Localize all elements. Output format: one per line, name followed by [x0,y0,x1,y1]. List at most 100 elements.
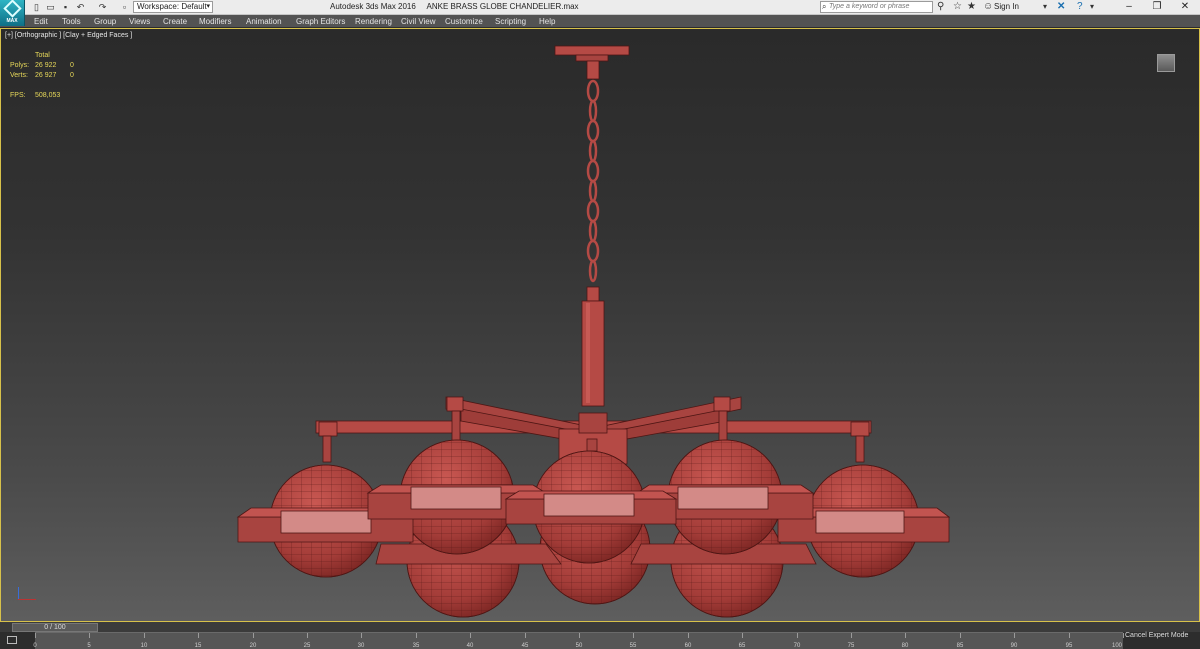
ruler-tick [470,633,471,638]
ruler-tick [361,633,362,638]
menu-animation[interactable]: Animation [246,16,282,27]
viewcube-icon[interactable] [1157,54,1175,72]
ruler-tick-label: 5 [87,643,91,649]
chevron-down-icon[interactable]: ▾ [1090,1,1094,13]
minimize-button[interactable]: – [1115,0,1143,15]
cancel-expert-mode-button[interactable]: Cancel Expert Mode [1125,631,1188,640]
menu-scripting[interactable]: Scripting [495,16,526,27]
ruler-tick [1069,633,1070,638]
ruler-tick-label: 60 [684,643,692,649]
sign-in-label: Sign In [994,2,1019,11]
menu-tools[interactable]: Tools [62,16,81,27]
time-bar: 0 / 100 [0,622,1200,632]
ruler-tick [742,633,743,638]
menu-views[interactable]: Views [129,16,150,27]
ruler-tick [688,633,689,638]
ruler-tick-label: 40 [466,643,474,649]
ruler-tick [851,633,852,638]
ruler-tick-label: 95 [1065,643,1073,649]
save-icon[interactable]: ▪ [60,2,71,13]
chandelier-model[interactable] [1,29,1199,621]
polys-selected: 0 [70,62,74,69]
ruler-tick [35,633,36,638]
ruler-tick [797,633,798,638]
ruler-tick-label: 30 [357,643,365,649]
help-icon[interactable]: ? [1077,1,1083,13]
ruler-tick-label: 90 [1010,643,1018,649]
search-placeholder: Type a keyword or phrase [829,3,910,10]
frame-ruler[interactable]: 0 5 10 15 20 25 30 35 40 45 50 55 60 65 70 75 80 85 90 95 10… [33,632,1124,649]
time-slider[interactable]: 0 / 100 [12,623,98,632]
menu-bar: Edit Tools Group Views Create Modifiers … [0,15,1200,28]
verts-label: Verts: [10,72,28,79]
ruler-tick-label: 100 [1111,643,1123,649]
ruler-tick [1014,633,1015,638]
user-icon[interactable]: ☺ [983,1,993,13]
redo-icon[interactable]: ↷ [97,2,108,13]
fps-value: 508,053 [35,92,61,99]
ruler-tick-label: 65 [738,643,746,649]
ruler-tick [960,633,961,638]
app-logo-label: MAX [6,18,18,24]
ruler-tick [198,633,199,638]
app-logo-icon[interactable]: MAX [0,0,25,26]
open-icon[interactable]: ▭ [45,2,56,13]
ruler-tick [89,633,90,638]
file-name: ANKE BRASS GLOBE CHANDELIER.max [426,2,579,11]
verts-selected: 0 [70,72,74,79]
menu-civil-view[interactable]: Civil View [401,16,436,27]
ruler-tick [416,633,417,638]
search-input[interactable]: ⌕ Type a keyword or phrase [820,1,933,13]
star-favorites-icon[interactable]: ★ [967,1,976,13]
ruler-tick-label: 20 [249,643,257,649]
undo-icon[interactable]: ↶ [75,2,86,13]
file-link-icon[interactable]: ▫ [119,2,130,13]
perspective-viewport[interactable]: [+] [Orthographic ] [Clay + Edged Faces … [0,28,1200,622]
mini-curve-editor-icon[interactable] [7,636,17,644]
menu-customize[interactable]: Customize [445,16,483,27]
ruler-tick [144,633,145,638]
sign-in-button[interactable]: Sign In [994,2,1019,12]
menu-group[interactable]: Group [94,16,116,27]
title-bar: MAX ▯ ▭ ▪ ↶ ↷ ▫ Workspace: Default ▾ Aut… [0,0,1200,26]
maximize-button[interactable]: ❐ [1143,0,1171,15]
ruler-tick [1123,633,1124,638]
fps-label: FPS: [10,92,26,99]
ruler-tick [307,633,308,638]
close-button[interactable]: ✕ [1171,0,1199,15]
viewport-label[interactable]: [+] [Orthographic ] [Clay + Edged Faces … [5,32,132,39]
stats-header: Total [35,52,50,59]
app-name: Autodesk 3ds Max 2016 [330,2,416,11]
ruler-tick-label: 45 [521,643,529,649]
menu-help[interactable]: Help [539,16,555,27]
menu-modifiers[interactable]: Modifiers [199,16,231,27]
ruler-tick-label: 70 [793,643,801,649]
exchange-icon[interactable]: ✕ [1057,1,1065,13]
menu-graph-editors[interactable]: Graph Editors [296,16,345,27]
workspace-label: Workspace: Default [137,2,207,11]
polys-total: 26 922 [35,62,57,69]
ruler-tick-label: 10 [140,643,148,649]
verts-total: 26 927 [35,72,57,79]
ruler-tick-label: 50 [575,643,583,649]
ruler-tick [525,633,526,638]
workspace-dropdown[interactable]: Workspace: Default ▾ [133,1,213,13]
ruler-tick [579,633,580,638]
polys-label: Polys: [10,62,30,69]
ruler-tick [253,633,254,638]
new-icon[interactable]: ▯ [31,2,42,13]
ruler-tick-label: 15 [194,643,202,649]
menu-rendering[interactable]: Rendering [355,16,392,27]
x-axis-icon [18,599,36,600]
window-title: Autodesk 3ds Max 2016 ANKE BRASS GLOBE C… [330,2,830,12]
menu-create[interactable]: Create [163,16,187,27]
menu-edit[interactable]: Edit [34,16,48,27]
z-axis-icon [18,587,19,599]
binoculars-icon[interactable]: ⚲ [937,1,944,13]
ruler-tick-label: 80 [901,643,909,649]
ruler-tick-label: 85 [956,643,964,649]
star-icon[interactable]: ☆ [953,1,962,13]
chevron-down-icon[interactable]: ▾ [1043,1,1047,13]
chevron-down-icon: ▾ [206,3,210,10]
ruler-tick-label: 75 [847,643,855,649]
